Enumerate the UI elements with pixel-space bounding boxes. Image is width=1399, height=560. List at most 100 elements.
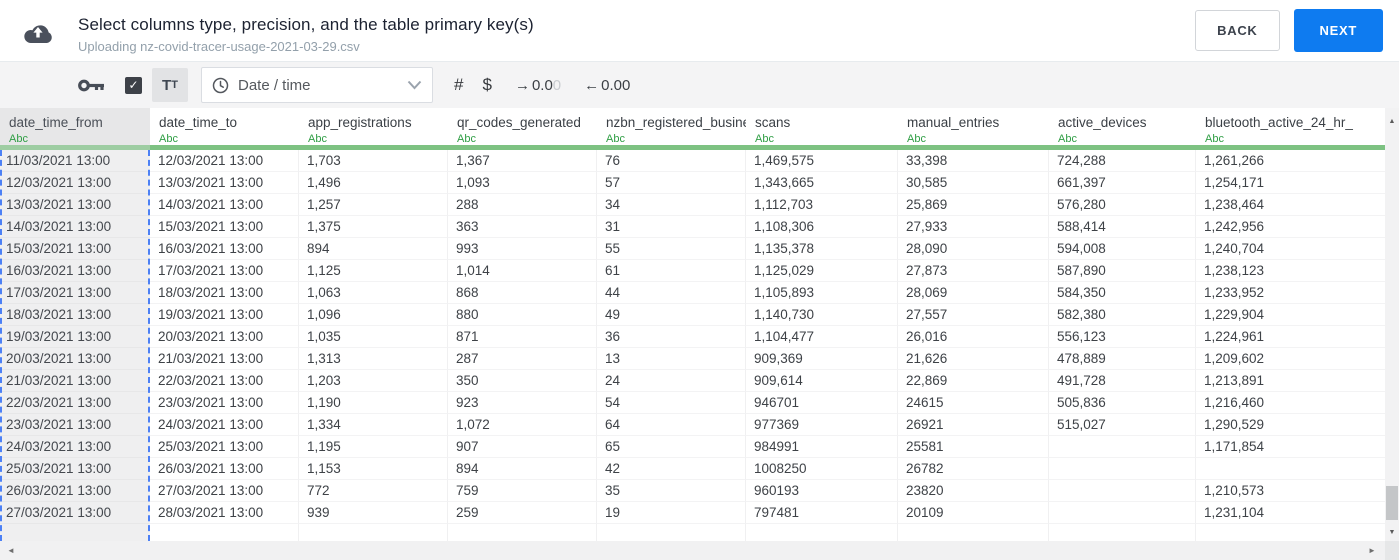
table-cell: 894 xyxy=(448,458,597,480)
chevron-down-icon xyxy=(407,80,422,90)
table-cell: 478,889 xyxy=(1049,348,1196,370)
table-row: 17/03/2021 13:00 18/03/2021 13:00 1,063 868… xyxy=(0,282,1386,304)
table-row: 21/03/2021 13:00 22/03/2021 13:00 1,203 350… xyxy=(0,370,1386,392)
table-cell: 49 xyxy=(597,304,746,326)
table-cell: 894 xyxy=(299,238,448,260)
table-cell: 27/03/2021 13:00 xyxy=(0,502,150,524)
table-cell: 20109 xyxy=(898,502,1049,524)
scroll-up-icon[interactable]: ▲ xyxy=(1385,114,1399,128)
table-cell: 25/03/2021 13:00 xyxy=(150,436,299,458)
column-name: bluetooth_active_24_hr_ xyxy=(1205,115,1353,130)
increase-decimal-button[interactable]: → 0.0 0 xyxy=(515,77,561,94)
table-cell: 1,343,665 xyxy=(746,172,898,194)
table-cell: 1,238,123 xyxy=(1196,260,1386,282)
dropdown-selected-value: Date / time xyxy=(238,76,311,94)
table-cell: 19/03/2021 13:00 xyxy=(0,326,150,348)
column-header-scans[interactable]: scans Abc xyxy=(746,108,898,150)
table-cell: 17/03/2021 13:00 xyxy=(0,282,150,304)
table-cell: 19 xyxy=(597,502,746,524)
table-cell: 61 xyxy=(597,260,746,282)
column-type-badge: Abc xyxy=(9,133,28,145)
table-cell: 1,290,529 xyxy=(1196,414,1386,436)
column-header-nzbn_registered_busine[interactable]: nzbn_registered_busine Abc xyxy=(597,108,746,150)
table-cell: 1,195 xyxy=(299,436,448,458)
table-cell xyxy=(1049,436,1196,458)
table-cell: 28,069 xyxy=(898,282,1049,304)
back-button[interactable]: BACK xyxy=(1195,10,1280,51)
table-row: 25/03/2021 13:00 26/03/2021 13:00 1,153 894… xyxy=(0,458,1386,480)
column-header-bluetooth_active_24_hr_[interactable]: bluetooth_active_24_hr_ Abc xyxy=(1196,108,1386,150)
next-button[interactable]: NEXT xyxy=(1293,9,1383,52)
table-cell: 960193 xyxy=(746,480,898,502)
column-type-badge: Abc xyxy=(1205,133,1224,145)
table-cell: 491,728 xyxy=(1049,370,1196,392)
table-row: 20/03/2021 13:00 21/03/2021 13:00 1,313 287… xyxy=(0,348,1386,370)
table-cell: 76 xyxy=(597,150,746,172)
table-cell: 909,614 xyxy=(746,370,898,392)
table-cell: 1,125 xyxy=(299,260,448,282)
scroll-right-icon[interactable]: ► xyxy=(1365,541,1379,560)
column-header-date_time_from[interactable]: date_time_from Abc xyxy=(0,108,150,150)
table-cell: 12/03/2021 13:00 xyxy=(150,150,299,172)
column-enabled-checkbox[interactable]: ✓ xyxy=(125,76,142,94)
table-cell: 1,242,956 xyxy=(1196,216,1386,238)
column-header-manual_entries[interactable]: manual_entries Abc xyxy=(898,108,1049,150)
scroll-down-icon[interactable]: ▼ xyxy=(1385,525,1399,539)
table-cell: 1,210,573 xyxy=(1196,480,1386,502)
scroll-left-icon[interactable]: ◄ xyxy=(4,541,18,560)
number-format-button[interactable]: # xyxy=(454,75,463,95)
table-cell: 16/03/2021 13:00 xyxy=(150,238,299,260)
table-cell: 28,090 xyxy=(898,238,1049,260)
wizard-header: Select columns type, precision, and the … xyxy=(0,0,1399,62)
table-cell: 1,229,904 xyxy=(1196,304,1386,326)
table-cell: 44 xyxy=(597,282,746,304)
column-header-qr_codes_generated[interactable]: qr_codes_generated Abc xyxy=(448,108,597,150)
table-cell: 24615 xyxy=(898,392,1049,414)
currency-format-button[interactable]: $ xyxy=(482,75,491,95)
table-cell: 584,350 xyxy=(1049,282,1196,304)
decrease-decimal-button[interactable]: ← 0.00 xyxy=(584,77,630,94)
table-row: 19/03/2021 13:00 20/03/2021 13:00 1,035 871… xyxy=(0,326,1386,348)
upload-status-text: Uploading nz-covid-tracer-usage-2021-03-… xyxy=(78,39,360,54)
column-type-dropdown[interactable]: Date / time xyxy=(201,67,433,103)
table-cell: 1008250 xyxy=(746,458,898,480)
table-cell: 23820 xyxy=(898,480,1049,502)
table-cell: 15/03/2021 13:00 xyxy=(150,216,299,238)
table-cell: 26,016 xyxy=(898,326,1049,348)
table-cell: 1,072 xyxy=(448,414,597,436)
column-header-app_registrations[interactable]: app_registrations Abc xyxy=(299,108,448,150)
table-cell: 1,257 xyxy=(299,194,448,216)
table-cell: 26/03/2021 13:00 xyxy=(150,458,299,480)
table-cell: 25,869 xyxy=(898,194,1049,216)
table-cell: 22,869 xyxy=(898,370,1049,392)
data-preview-table: date_time_from Abc date_time_to Abc app_regi… xyxy=(0,108,1399,560)
table-cell: 27,933 xyxy=(898,216,1049,238)
column-header-date_time_to[interactable]: date_time_to Abc xyxy=(150,108,299,150)
horizontal-scrollbar[interactable]: ◄ ► xyxy=(0,541,1385,560)
text-type-button[interactable]: Tt xyxy=(152,68,188,102)
table-cell: 363 xyxy=(448,216,597,238)
table-cell: 907 xyxy=(448,436,597,458)
column-name: app_registrations xyxy=(308,115,412,130)
clock-icon xyxy=(212,77,229,94)
table-cell: 582,380 xyxy=(1049,304,1196,326)
table-cell: 880 xyxy=(448,304,597,326)
table-cell: 21,626 xyxy=(898,348,1049,370)
vertical-scrollbar[interactable]: ▲ ▼ xyxy=(1385,108,1399,541)
primary-key-icon[interactable] xyxy=(78,78,105,93)
table-cell: 22/03/2021 13:00 xyxy=(150,370,299,392)
table-cell: 587,890 xyxy=(1049,260,1196,282)
table-cell: 1,261,266 xyxy=(1196,150,1386,172)
table-cell: 868 xyxy=(448,282,597,304)
table-cell: 16/03/2021 13:00 xyxy=(0,260,150,282)
table-cell: 26/03/2021 13:00 xyxy=(0,480,150,502)
column-name: date_time_to xyxy=(159,115,238,130)
column-header-active_devices[interactable]: active_devices Abc xyxy=(1049,108,1196,150)
table-cell: 556,123 xyxy=(1049,326,1196,348)
table-cell: 1,035 xyxy=(299,326,448,348)
vertical-scrollbar-thumb[interactable] xyxy=(1386,486,1398,520)
table-cell: 25581 xyxy=(898,436,1049,458)
column-type-badge: Abc xyxy=(1058,133,1077,145)
table-cell: 1,240,704 xyxy=(1196,238,1386,260)
table-cell: 1,375 xyxy=(299,216,448,238)
